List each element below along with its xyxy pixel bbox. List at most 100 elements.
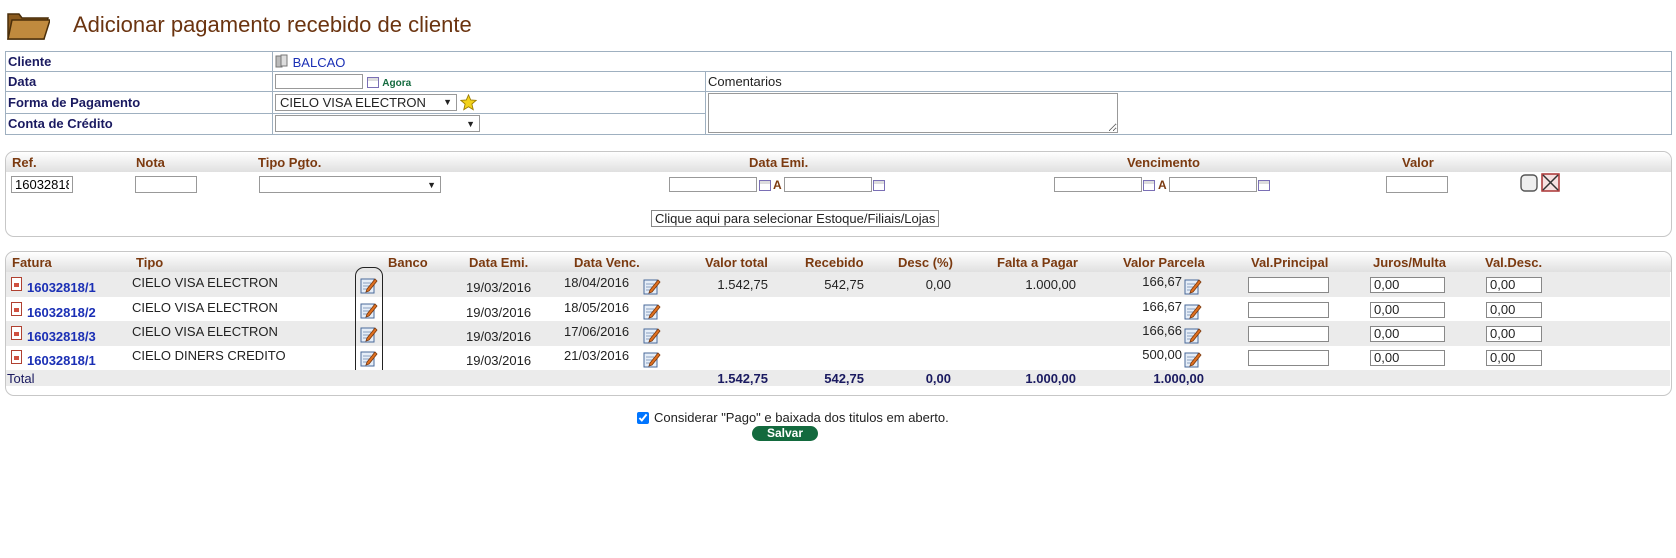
parcela-cell: 500,00 xyxy=(1142,347,1182,362)
parcela-cell: 166,66 xyxy=(1142,323,1182,338)
document-icon[interactable] xyxy=(11,277,22,291)
juros-input[interactable]: 0,00 xyxy=(1370,302,1445,318)
filter-header-tipo: Tipo Pgto. xyxy=(258,155,322,170)
val-principal-input[interactable] xyxy=(1248,302,1329,318)
comentarios-textarea[interactable] xyxy=(708,93,1118,133)
tipo-cell: CIELO VISA ELECTRON xyxy=(132,324,278,339)
page-header: Adicionar pagamento recebido de cliente xyxy=(0,0,1676,48)
folder-icon xyxy=(7,13,50,40)
valor-total-cell: 1.542,75 xyxy=(717,277,768,292)
data-input[interactable] xyxy=(275,74,363,89)
fatura-link[interactable]: 16032818/1 xyxy=(27,353,96,368)
col-recebido: Recebido xyxy=(805,255,864,270)
edit-icon[interactable] xyxy=(643,350,661,368)
delete-icon[interactable] xyxy=(1541,173,1560,192)
document-icon[interactable] xyxy=(11,350,22,364)
data-emi-to-input[interactable] xyxy=(784,177,872,192)
table-row: 16032818/2 CIELO VISA ELECTRON 19/03/2016 1… xyxy=(6,297,1670,322)
col-parcela: Valor Parcela xyxy=(1123,255,1205,270)
calendar-icon[interactable] xyxy=(366,77,379,89)
tipo-select[interactable]: ▼ xyxy=(259,176,441,193)
parcela-cell: 166,67 xyxy=(1142,274,1182,289)
vencimento-to-input[interactable] xyxy=(1169,177,1257,192)
val-principal-input[interactable] xyxy=(1248,350,1329,366)
col-juros: Juros/Multa xyxy=(1373,255,1446,270)
data-label: Data xyxy=(8,74,37,89)
edit-icon[interactable] xyxy=(643,302,661,320)
val-desc-input[interactable]: 0,00 xyxy=(1486,350,1542,366)
forma-select[interactable]: CIELO VISA ELECTRON ▼ xyxy=(275,93,457,111)
val-principal-input[interactable] xyxy=(1248,326,1329,342)
valor-input[interactable] xyxy=(1386,176,1448,193)
save-button[interactable]: Salvar xyxy=(752,426,818,441)
edit-column-highlight xyxy=(355,267,383,379)
edit-icon[interactable] xyxy=(1184,277,1202,295)
tipo-cell: CIELO DINERS CREDITO xyxy=(132,348,286,363)
data-emi-cell: 19/03/2016 xyxy=(466,353,532,368)
edit-icon[interactable] xyxy=(643,326,661,344)
client-link[interactable]: BALCAO xyxy=(293,55,346,70)
juros-input[interactable]: 0,00 xyxy=(1370,326,1445,342)
conta-select[interactable]: ▼ xyxy=(275,115,480,133)
agora-link[interactable]: Agora xyxy=(382,78,411,89)
edit-icon[interactable] xyxy=(1184,350,1202,368)
filter-header-valor: Valor xyxy=(1402,155,1434,170)
document-icon[interactable] xyxy=(11,302,22,316)
col-principal: Val.Principal xyxy=(1251,255,1329,270)
val-desc-input[interactable]: 0,00 xyxy=(1486,302,1542,318)
calendar-icon[interactable] xyxy=(1143,180,1155,191)
calendar-icon[interactable] xyxy=(873,180,885,191)
col-data-emi: Data Emi. xyxy=(469,255,529,270)
client-icon xyxy=(275,54,288,67)
forma-label: Forma de Pagamento xyxy=(8,94,141,110)
filter-panel: Ref. Nota Tipo Pgto. Data Emi. Venciment… xyxy=(5,151,1672,237)
val-principal-input[interactable] xyxy=(1248,277,1329,293)
table-row: 16032818/3 CIELO VISA ELECTRON 19/03/2016 1… xyxy=(6,321,1670,346)
forma-select-value: CIELO VISA ELECTRON xyxy=(280,94,426,110)
range-separator: A xyxy=(1158,178,1167,192)
filter-header: Ref. Nota Tipo Pgto. Data Emi. Venciment… xyxy=(6,152,1671,172)
ref-input[interactable] xyxy=(11,176,73,193)
star-icon[interactable] xyxy=(460,93,477,111)
edit-icon[interactable] xyxy=(1184,326,1202,344)
filter-header-ref: Ref. xyxy=(12,155,37,170)
desc-cell: 0,00 xyxy=(925,277,951,292)
edit-icon[interactable] xyxy=(643,277,661,295)
clear-icon[interactable] xyxy=(1520,174,1538,192)
edit-icon[interactable] xyxy=(1184,302,1202,320)
pago-checkbox-row: Considerar "Pago" e baixada dos titulos … xyxy=(637,410,949,425)
col-data-venc: Data Venc. xyxy=(574,255,640,270)
vencimento-from-input[interactable] xyxy=(1054,177,1142,192)
data-emi-from-input[interactable] xyxy=(669,177,757,192)
val-desc-input[interactable]: 0,00 xyxy=(1486,277,1542,293)
fatura-link[interactable]: 16032818/3 xyxy=(27,329,96,344)
total-falta: 1.000,00 xyxy=(1025,371,1076,386)
comentarios-label: Comentarios xyxy=(708,74,782,89)
col-desc: Desc (%) xyxy=(898,255,953,270)
nota-input[interactable] xyxy=(135,176,197,193)
val-desc-input[interactable]: 0,00 xyxy=(1486,326,1542,342)
filter-header-nota: Nota xyxy=(136,155,165,170)
calendar-icon[interactable] xyxy=(759,180,771,191)
pago-checkbox-label: Considerar "Pago" e baixada dos titulos … xyxy=(654,410,949,425)
document-icon[interactable] xyxy=(11,326,22,340)
juros-input[interactable]: 0,00 xyxy=(1370,350,1445,366)
fatura-link[interactable]: 16032818/2 xyxy=(27,305,96,320)
col-falta: Falta a Pagar xyxy=(997,255,1078,270)
table-row: 16032818/1 CIELO DINERS CREDITO 19/03/2016… xyxy=(6,345,1670,370)
pago-checkbox[interactable] xyxy=(637,411,649,424)
select-estoque-button[interactable]: Clique aqui para selecionar Estoque/Fili… xyxy=(651,210,940,227)
calendar-icon[interactable] xyxy=(1258,180,1270,191)
filter-header-vencimento: Vencimento xyxy=(1127,155,1200,170)
col-banco: Banco xyxy=(388,255,428,270)
tipo-cell: CIELO VISA ELECTRON xyxy=(132,275,278,290)
page-title: Adicionar pagamento recebido de cliente xyxy=(73,12,472,37)
juros-input[interactable]: 0,00 xyxy=(1370,277,1445,293)
falta-cell: 1.000,00 xyxy=(1025,277,1076,292)
data-emi-cell: 19/03/2016 xyxy=(466,329,532,344)
fatura-link[interactable]: 16032818/1 xyxy=(27,280,96,295)
payments-header: Fatura Tipo Banco Data Emi. Data Venc. V… xyxy=(6,252,1671,272)
recebido-cell: 542,75 xyxy=(824,277,864,292)
data-emi-cell: 19/03/2016 xyxy=(466,305,532,320)
parcela-cell: 166,67 xyxy=(1142,299,1182,314)
